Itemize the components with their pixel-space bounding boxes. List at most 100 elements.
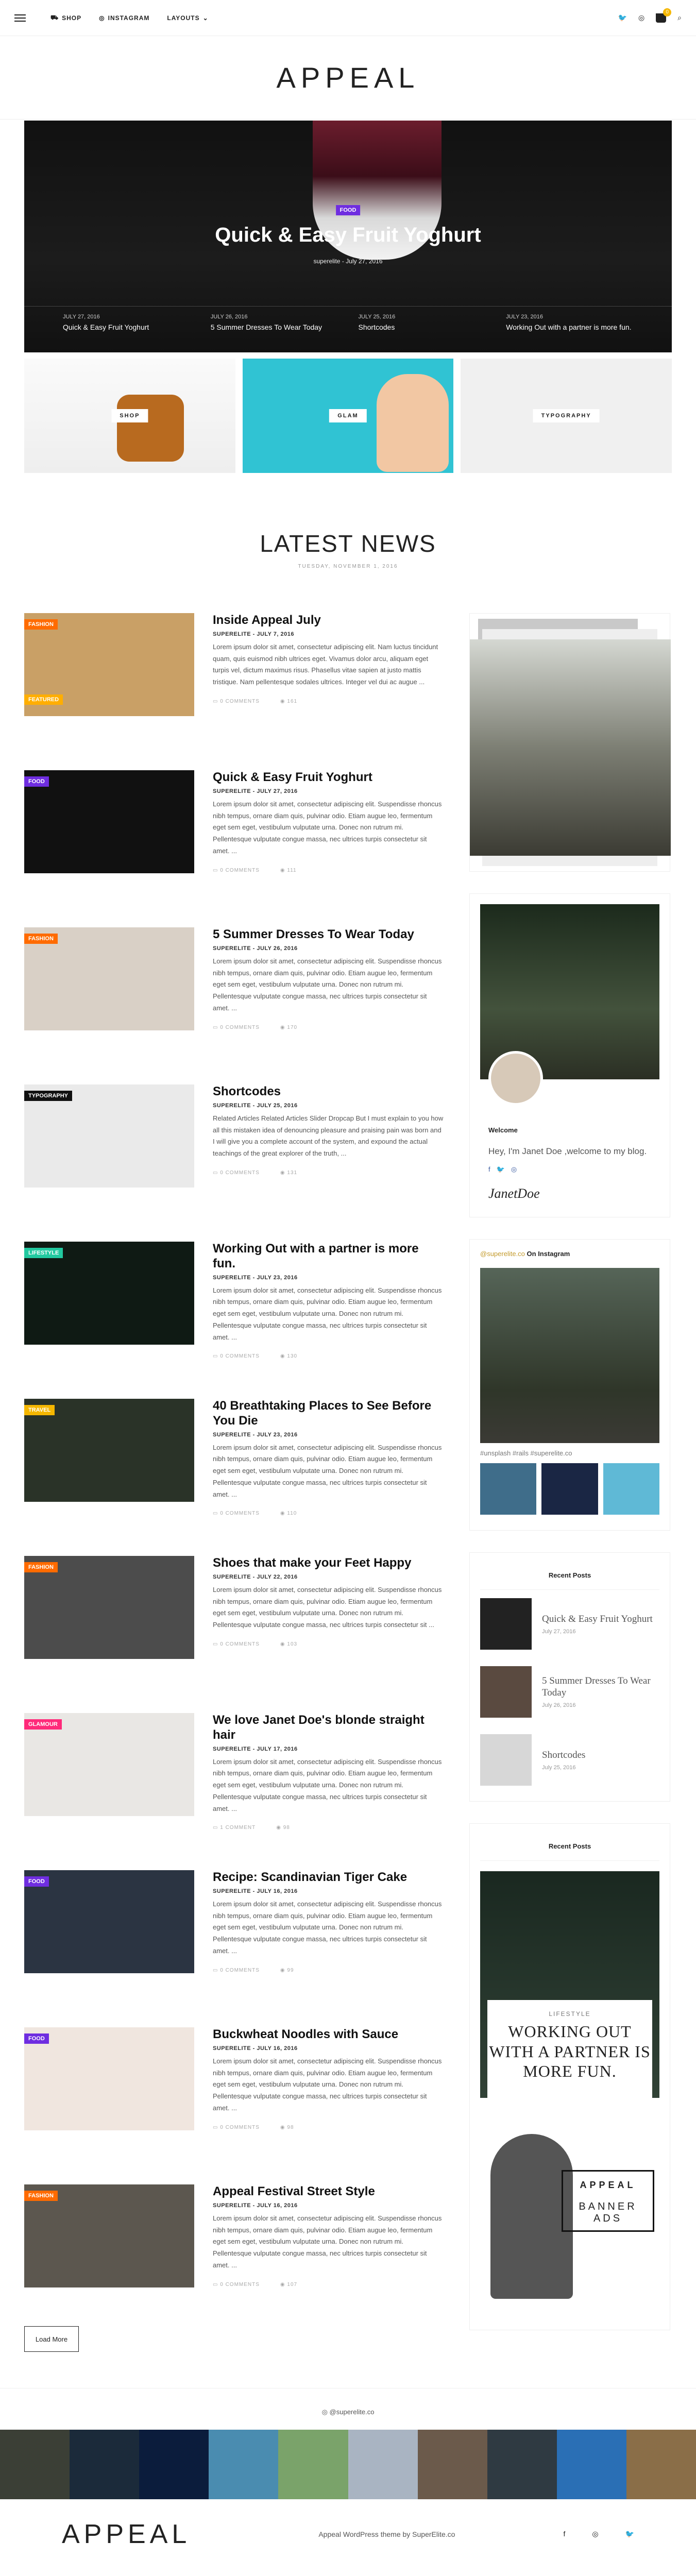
- instagram-icon[interactable]: ◎: [638, 13, 644, 22]
- hero-category-badge[interactable]: FOOD: [335, 205, 361, 215]
- comments-link[interactable]: ▭ 0 COMMENTS: [213, 1170, 260, 1176]
- post-thumbnail[interactable]: FASHION: [24, 2184, 194, 2287]
- comments-link[interactable]: ▭ 0 COMMENTS: [213, 699, 260, 704]
- footer-insta-photo[interactable]: [417, 2430, 487, 2500]
- nav-instagram[interactable]: ◎ INSTAGRAM: [99, 14, 149, 22]
- category-badge[interactable]: FASHION: [24, 1562, 58, 1572]
- post-excerpt: Related Articles Related Articles Slider…: [213, 1114, 444, 1158]
- post-title[interactable]: Shoes that make your Feet Happy: [213, 1556, 444, 1571]
- hero-slide[interactable]: JULY 23, 2016 Working Out with a partner …: [506, 307, 633, 352]
- gallery-stack[interactable]: [470, 614, 671, 871]
- comments-link[interactable]: ▭ 0 COMMENTS: [213, 1511, 260, 1516]
- recent-post[interactable]: Shortcodes July 25, 2016: [470, 1726, 670, 1801]
- category-badge[interactable]: GLAMOUR: [24, 1719, 62, 1730]
- footer-insta-photo[interactable]: [0, 2430, 70, 2500]
- footer-insta-photo[interactable]: [556, 2430, 626, 2500]
- comment-icon: ▭: [213, 2281, 220, 2287]
- footer-insta-photo[interactable]: [626, 2430, 696, 2500]
- post-title[interactable]: We love Janet Doe's blonde straight hair: [213, 1713, 444, 1743]
- recent-post[interactable]: 5 Summer Dresses To Wear Today July 26, 2…: [470, 1658, 670, 1726]
- views-count: ◉ 131: [280, 1170, 298, 1176]
- twitter-icon[interactable]: 🐦: [497, 1165, 505, 1174]
- post-title[interactable]: Working Out with a partner is more fun.: [213, 1242, 444, 1272]
- post-title[interactable]: Quick & Easy Fruit Yoghurt: [213, 770, 444, 785]
- post-thumbnail[interactable]: FOOD: [24, 2027, 194, 2130]
- search-icon[interactable]: ⌕: [677, 13, 682, 22]
- footer-insta-photo[interactable]: [278, 2430, 348, 2500]
- category-badge[interactable]: FASHION: [24, 619, 58, 630]
- footer-insta-photo[interactable]: [139, 2430, 209, 2500]
- instagram-main-image[interactable]: [480, 1268, 659, 1444]
- post-thumbnail[interactable]: TYPOGRAPHY: [24, 1084, 194, 1188]
- post-thumbnail[interactable]: FASHION: [24, 1556, 194, 1659]
- footer-insta-photo[interactable]: [348, 2430, 418, 2500]
- hero-slider[interactable]: FOOD Quick & Easy Fruit Yoghurt supereli…: [24, 121, 672, 352]
- footer-insta-photo[interactable]: [70, 2430, 140, 2500]
- post-title[interactable]: Inside Appeal July: [213, 613, 444, 628]
- footer-insta-photo[interactable]: [487, 2430, 557, 2500]
- category-badge[interactable]: FASHION: [24, 934, 58, 944]
- post-thumbnail[interactable]: GLAMOUR: [24, 1713, 194, 1816]
- comments-link[interactable]: ▭ 0 COMMENTS: [213, 1025, 260, 1030]
- instagram-thumbs: [470, 1463, 670, 1530]
- post-card: FASHION FEATURED Inside Appeal July SUPEREL…: [24, 613, 444, 770]
- comments-link[interactable]: ▭ 0 COMMENTS: [213, 868, 260, 873]
- post-title[interactable]: 5 Summer Dresses To Wear Today: [213, 927, 444, 942]
- nav-layouts[interactable]: LAYOUTS ⌄: [167, 14, 208, 22]
- featured-badge[interactable]: FEATURED: [24, 694, 63, 705]
- category-badge[interactable]: TRAVEL: [24, 1405, 55, 1415]
- promo-glam[interactable]: GLAM: [242, 359, 454, 473]
- category-badge[interactable]: FOOD: [24, 2033, 49, 2044]
- hero-title[interactable]: Quick & Easy Fruit Yoghurt: [24, 224, 672, 247]
- twitter-icon[interactable]: 🐦: [618, 13, 627, 22]
- hero-slide[interactable]: JULY 26, 2016 5 Summer Dresses To Wear To…: [211, 307, 338, 352]
- banner-ad[interactable]: APPEAL BANNER ADS: [480, 2113, 659, 2310]
- nav-shop[interactable]: ⛟ SHOP: [50, 14, 81, 22]
- category-badge[interactable]: LIFESTYLE: [24, 1248, 63, 1258]
- widget-title: Recent Posts: [480, 1553, 659, 1590]
- hero-slide[interactable]: JULY 25, 2016 Shortcodes: [359, 307, 486, 352]
- promo-typography[interactable]: TYPOGRAPHY: [461, 359, 672, 473]
- post-title[interactable]: 40 Breathtaking Places to See Before You…: [213, 1399, 444, 1429]
- post-thumbnail[interactable]: FASHION FEATURED: [24, 613, 194, 716]
- menu-icon[interactable]: [14, 14, 26, 22]
- category-badge[interactable]: FASHION: [24, 2191, 58, 2201]
- post-title[interactable]: Shortcodes: [213, 1084, 444, 1099]
- instagram-icon[interactable]: ◎: [592, 2530, 598, 2538]
- post-thumbnail[interactable]: FASHION: [24, 927, 194, 1030]
- instagram-thumb[interactable]: [541, 1463, 598, 1515]
- facebook-icon[interactable]: f: [563, 2530, 565, 2538]
- instagram-thumb[interactable]: [480, 1463, 537, 1515]
- category-badge[interactable]: FOOD: [24, 776, 49, 787]
- footer: APPEAL Appeal WordPress theme by SuperEl…: [0, 2499, 696, 2569]
- signature: JanetDoe: [488, 1186, 540, 1201]
- comments-link[interactable]: ▭ 0 COMMENTS: [213, 1968, 260, 1973]
- post-thumbnail[interactable]: TRAVEL: [24, 1399, 194, 1502]
- facebook-icon[interactable]: f: [488, 1165, 490, 1174]
- post-title[interactable]: Appeal Festival Street Style: [213, 2184, 444, 2199]
- category-badge[interactable]: FOOD: [24, 1876, 49, 1887]
- instagram-thumb[interactable]: [603, 1463, 659, 1515]
- comments-link[interactable]: ▭ 0 COMMENTS: [213, 1353, 260, 1359]
- comments-link[interactable]: ▭ 0 COMMENTS: [213, 2125, 260, 2130]
- category-badge[interactable]: TYPOGRAPHY: [24, 1091, 73, 1101]
- promo-shop[interactable]: SHOP: [24, 359, 235, 473]
- comments-link[interactable]: ▭ 0 COMMENTS: [213, 1641, 260, 1647]
- post-title[interactable]: Buckwheat Noodles with Sauce: [213, 2027, 444, 2042]
- comments-link[interactable]: ▭ 1 COMMENT: [213, 1825, 256, 1831]
- recent-post[interactable]: Quick & Easy Fruit Yoghurt July 27, 2016: [470, 1590, 670, 1658]
- twitter-icon[interactable]: 🐦: [625, 2530, 634, 2538]
- featured-post[interactable]: LIFESTYLE WORKING OUT WITH A PARTNER IS …: [480, 1871, 659, 2098]
- post-thumbnail[interactable]: FOOD: [24, 1870, 194, 1973]
- footer-credit[interactable]: Appeal WordPress theme by SuperElite.co: [318, 2530, 455, 2538]
- post-title[interactable]: Recipe: Scandinavian Tiger Cake: [213, 1870, 444, 1885]
- hero-slide[interactable]: JULY 27, 2016 Quick & Easy Fruit Yoghurt: [63, 307, 190, 352]
- comments-link[interactable]: ▭ 0 COMMENTS: [213, 2282, 260, 2287]
- instagram-icon[interactable]: ◎: [511, 1165, 517, 1174]
- footer-insta-photo[interactable]: [209, 2430, 279, 2500]
- site-logo[interactable]: APPEAL: [277, 61, 420, 94]
- cart-icon[interactable]: 0: [656, 8, 672, 23]
- post-thumbnail[interactable]: LIFESTYLE: [24, 1242, 194, 1345]
- footer-logo[interactable]: APPEAL: [62, 2519, 191, 2550]
- post-thumbnail[interactable]: FOOD: [24, 770, 194, 873]
